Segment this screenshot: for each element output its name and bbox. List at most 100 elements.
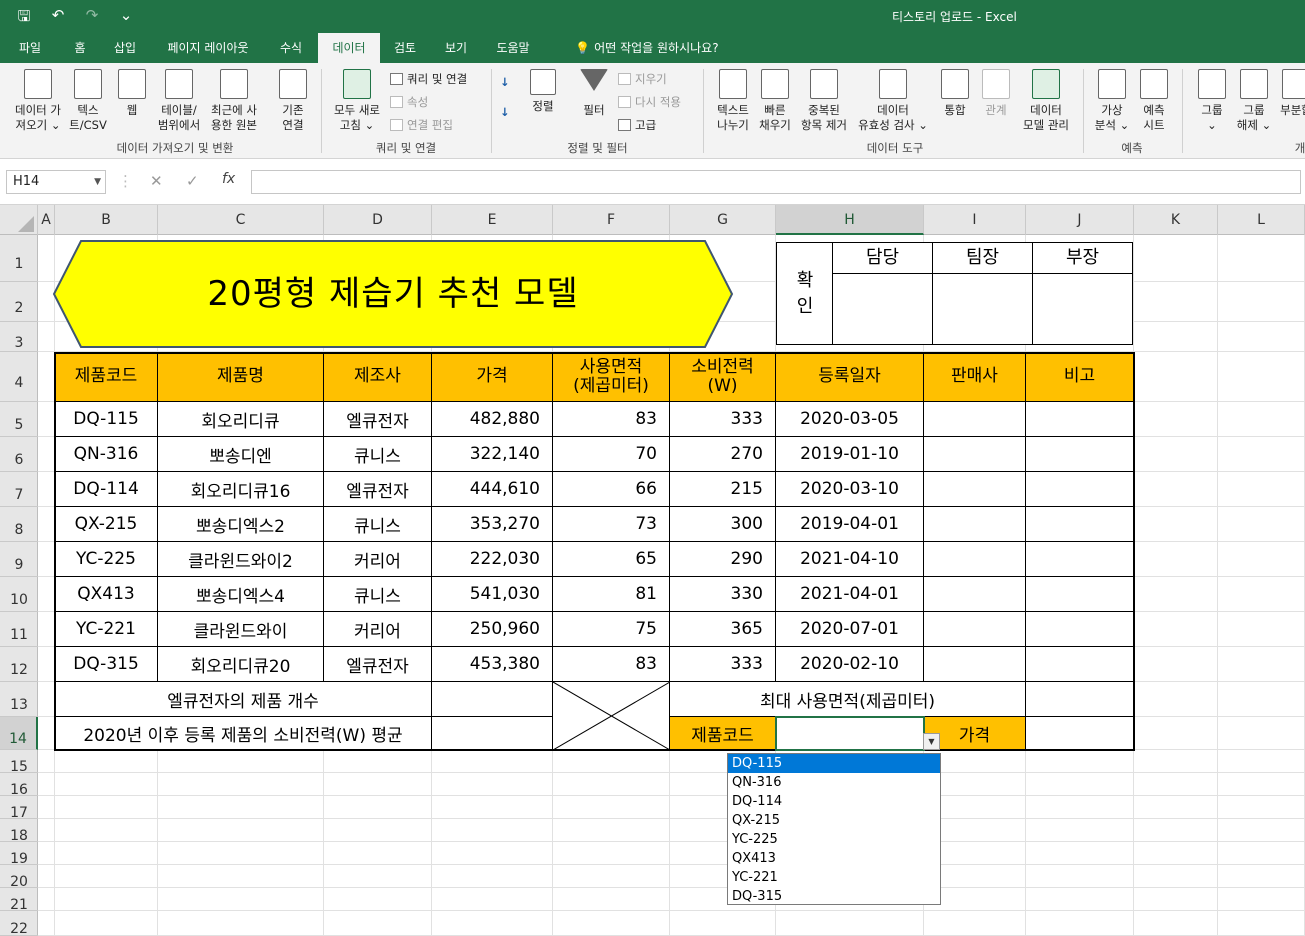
row-header-7[interactable]: 7 bbox=[0, 472, 38, 507]
column-header-g[interactable]: G bbox=[670, 205, 776, 235]
save-icon[interactable]: 🖫 bbox=[14, 6, 34, 31]
forecast-sheet-button[interactable]: 예측 시트 bbox=[1134, 69, 1174, 133]
tab-5[interactable]: 데이터 bbox=[318, 33, 380, 63]
row-header-17[interactable]: 17 bbox=[0, 796, 38, 821]
relationships-button[interactable]: 관계 bbox=[976, 69, 1016, 118]
row-header-19[interactable]: 19 bbox=[0, 842, 38, 867]
data-model-button[interactable]: 데이터 모델 관리 bbox=[1016, 69, 1076, 133]
row-header-22[interactable]: 22 bbox=[0, 911, 38, 936]
edit-links-button[interactable]: 연결 편집 bbox=[390, 117, 453, 133]
dropdown-option[interactable]: DQ-315 bbox=[728, 887, 940, 906]
row-header-21[interactable]: 21 bbox=[0, 888, 38, 913]
properties-button[interactable]: 속성 bbox=[390, 94, 428, 110]
tab-9[interactable]: 💡 어떤 작업을 원하시나요? bbox=[552, 33, 742, 63]
column-header-d[interactable]: D bbox=[324, 205, 432, 235]
table-cell: 270 bbox=[670, 437, 776, 472]
row-header-11[interactable]: 11 bbox=[0, 612, 38, 647]
existing-connections-button[interactable]: 기존 연결 bbox=[272, 69, 314, 133]
refresh-all-button[interactable]: 모두 새로 고침 ⌄ bbox=[326, 69, 388, 133]
enter-icon[interactable]: ✓ bbox=[186, 172, 199, 190]
clear-filter-button[interactable]: 지우기 bbox=[618, 71, 667, 87]
consolidate-button[interactable]: 통합 bbox=[936, 69, 974, 118]
redo-icon[interactable]: ↷ bbox=[82, 6, 102, 31]
column-header-j[interactable]: J bbox=[1026, 205, 1134, 235]
sort-ascending-button[interactable]: ↓ bbox=[500, 75, 510, 89]
tab-8[interactable]: 도움말 bbox=[486, 33, 540, 63]
ungroup-button[interactable]: 그룹 해제 ⌄ bbox=[1234, 69, 1274, 133]
column-header-a[interactable]: A bbox=[38, 205, 55, 235]
worksheet[interactable]: 20평형 제습기 추천 모델 확 인 담당 팀장 부장 제품코드 제품명 제조사 가격 사용면… bbox=[38, 235, 1305, 936]
dropdown-option[interactable]: YC-221 bbox=[728, 868, 940, 887]
web-button[interactable]: 웹 bbox=[114, 69, 150, 118]
row-header-6[interactable]: 6 bbox=[0, 437, 38, 472]
column-header-c[interactable]: C bbox=[158, 205, 324, 235]
sort-descending-button[interactable]: ↓ bbox=[500, 105, 510, 119]
column-header-l[interactable]: L bbox=[1218, 205, 1305, 235]
flash-fill-button[interactable]: 빠른 채우기 bbox=[754, 69, 796, 133]
column-header-f[interactable]: F bbox=[553, 205, 670, 235]
row-header-10[interactable]: 10 bbox=[0, 577, 38, 612]
get-data-button[interactable]: 데이터 가 져오기 ⌄ bbox=[8, 69, 68, 133]
recent-sources-button[interactable]: 최근에 사 용한 원본 bbox=[206, 69, 262, 133]
row-header-5[interactable]: 5 bbox=[0, 402, 38, 437]
row-header-4[interactable]: 4 bbox=[0, 352, 38, 402]
remove-duplicates-button[interactable]: 중복된 항목 제거 bbox=[796, 69, 852, 133]
name-box-dropdown-icon[interactable]: ▼ bbox=[94, 171, 101, 193]
tab-6[interactable]: 검토 bbox=[388, 33, 422, 63]
advanced-filter-button[interactable]: 고급 bbox=[618, 117, 656, 133]
selected-cell-h14[interactable] bbox=[775, 716, 925, 751]
gridline-h bbox=[38, 887, 1305, 888]
column-header-k[interactable]: K bbox=[1134, 205, 1218, 235]
tab-3[interactable]: 페이지 레이아웃 bbox=[156, 33, 260, 63]
row-header-3[interactable]: 3 bbox=[0, 322, 38, 352]
row-header-9[interactable]: 9 bbox=[0, 542, 38, 577]
formula-input[interactable] bbox=[251, 170, 1301, 194]
what-if-button[interactable]: 가상 분석 ⌄ bbox=[1090, 69, 1134, 133]
dropdown-option[interactable]: QN-316 bbox=[728, 773, 940, 792]
queries-connections-button[interactable]: 쿼리 및 연결 bbox=[390, 71, 467, 87]
subtotal-button[interactable]: 부분합 bbox=[1276, 69, 1305, 118]
name-box[interactable]: H14 ▼ bbox=[6, 170, 106, 194]
tab-0[interactable]: 파일 bbox=[8, 33, 52, 63]
tab-7[interactable]: 보기 bbox=[434, 33, 478, 63]
row-header-13[interactable]: 13 bbox=[0, 682, 38, 717]
select-all-button[interactable] bbox=[0, 205, 38, 235]
dropdown-option[interactable]: DQ-114 bbox=[728, 792, 940, 811]
from-table-button[interactable]: 테이블/ 범위에서 bbox=[154, 69, 204, 133]
row-header-15[interactable]: 15 bbox=[0, 750, 38, 775]
row-header-8[interactable]: 8 bbox=[0, 507, 38, 542]
filter-button[interactable]: 필터 bbox=[576, 69, 612, 118]
sort-button[interactable]: 정렬 bbox=[526, 69, 560, 114]
tab-1[interactable]: 홈 bbox=[66, 33, 94, 63]
validation-dropdown-arrow[interactable]: ▼ bbox=[923, 733, 940, 750]
row-header-18[interactable]: 18 bbox=[0, 819, 38, 844]
row-header-12[interactable]: 12 bbox=[0, 647, 38, 682]
row-header-16[interactable]: 16 bbox=[0, 773, 38, 798]
row-header-1[interactable]: 1 bbox=[0, 235, 38, 282]
table-header-7: 판매사 bbox=[924, 352, 1026, 402]
dropdown-option[interactable]: DQ-115 bbox=[728, 754, 940, 773]
undo-icon[interactable]: ↶ bbox=[48, 6, 68, 31]
row-header-2[interactable]: 2 bbox=[0, 282, 38, 322]
dropdown-option[interactable]: YC-225 bbox=[728, 830, 940, 849]
row-header-20[interactable]: 20 bbox=[0, 865, 38, 890]
tab-2[interactable]: 삽입 bbox=[104, 33, 146, 63]
reapply-button[interactable]: 다시 적용 bbox=[618, 94, 681, 110]
column-header-e[interactable]: E bbox=[432, 205, 553, 235]
row-header-14[interactable]: 14 bbox=[0, 717, 38, 750]
data-validation-button[interactable]: 데이터 유효성 검사 ⌄ bbox=[852, 69, 934, 133]
customize-qat-icon[interactable]: ⌄ bbox=[116, 6, 136, 31]
column-header-i[interactable]: I bbox=[924, 205, 1026, 235]
title-shape[interactable]: 20평형 제습기 추천 모델 bbox=[52, 240, 734, 348]
dropdown-option[interactable]: QX413 bbox=[728, 849, 940, 868]
cancel-icon[interactable]: ✕ bbox=[150, 172, 163, 190]
text-csv-button[interactable]: 텍스 트/CSV bbox=[66, 69, 110, 133]
column-header-h[interactable]: H bbox=[776, 205, 924, 235]
text-to-columns-button[interactable]: 텍스트 나누기 bbox=[710, 69, 756, 133]
column-header-b[interactable]: B bbox=[55, 205, 158, 235]
group-button[interactable]: 그룹 ⌄ bbox=[1192, 69, 1232, 133]
insert-function-icon[interactable]: fx bbox=[222, 171, 235, 187]
tab-4[interactable]: 수식 bbox=[270, 33, 312, 63]
dropdown-option[interactable]: QX-215 bbox=[728, 811, 940, 830]
table-cell bbox=[1026, 577, 1134, 612]
